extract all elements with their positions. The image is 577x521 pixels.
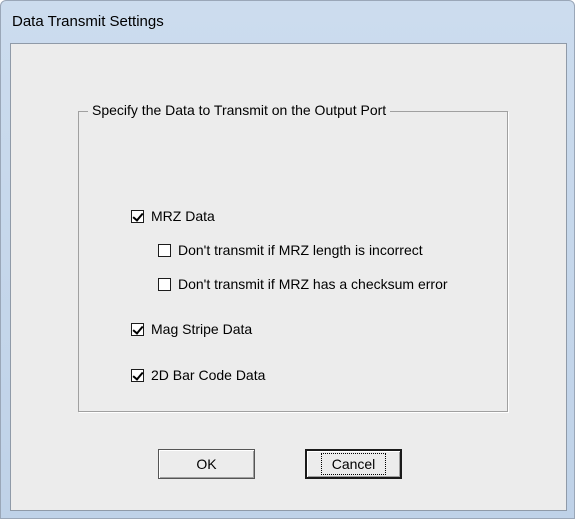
ok-button[interactable]: OK [158, 449, 255, 479]
ok-button-label: OK [196, 456, 217, 472]
title-bar[interactable]: Data Transmit Settings [1, 1, 574, 43]
cancel-button[interactable]: Cancel [305, 449, 402, 479]
mag-stripe-option[interactable]: Mag Stripe Data [131, 321, 252, 337]
dialog-client-area: Specify the Data to Transmit on the Outp… [10, 43, 567, 511]
window-title: Data Transmit Settings [12, 13, 164, 30]
mrz-length-checkbox[interactable] [158, 243, 171, 257]
mrz-checksum-option[interactable]: Don't transmit if MRZ has a checksum err… [158, 276, 448, 292]
cancel-button-label: Cancel [320, 453, 387, 475]
mrz-data-label: MRZ Data [151, 208, 215, 224]
mag-stripe-label: Mag Stripe Data [151, 321, 253, 337]
dialog-window: Data Transmit Settings Specify the Data … [0, 0, 575, 519]
mrz-data-option[interactable]: MRZ Data [131, 208, 215, 224]
groupbox-legend: Specify the Data to Transmit on the Outp… [88, 102, 391, 118]
mrz-checksum-checkbox[interactable] [158, 277, 171, 291]
barcode-label: 2D Bar Code Data [151, 367, 266, 383]
barcode-option[interactable]: 2D Bar Code Data [131, 367, 265, 383]
mrz-checksum-label: Don't transmit if MRZ has a checksum err… [178, 276, 448, 292]
barcode-checkbox[interactable] [131, 368, 144, 382]
mrz-length-option[interactable]: Don't transmit if MRZ length is incorrec… [158, 242, 423, 258]
mrz-data-checkbox[interactable] [131, 209, 144, 223]
mag-stripe-checkbox[interactable] [131, 322, 144, 336]
transmit-data-groupbox: Specify the Data to Transmit on the Outp… [78, 102, 508, 412]
mrz-length-label: Don't transmit if MRZ length is incorrec… [178, 242, 423, 258]
